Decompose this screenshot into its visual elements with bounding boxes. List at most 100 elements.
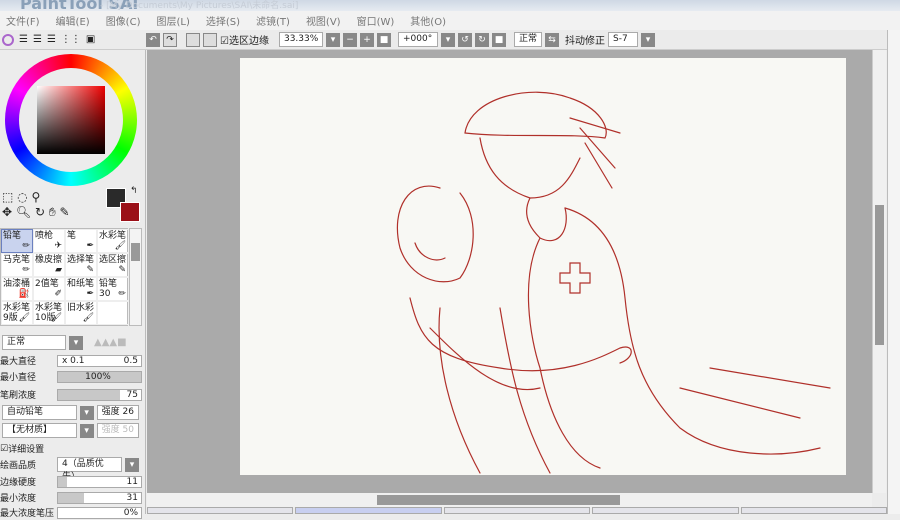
saturation-value-square[interactable] (37, 86, 105, 154)
flip-view-button[interactable]: ⇆ (544, 32, 559, 47)
color-wheel[interactable] (5, 54, 137, 186)
brush-slot-brush[interactable]: 水彩笔9版 🖌 (1, 301, 33, 325)
swatches-tab-icon[interactable]: ☰ (47, 34, 56, 45)
menu-bar: 文件(F) 编辑(E) 图像(C) 图层(L) 选择(S) 滤镜(T) 视图(V… (0, 11, 900, 30)
canvas-paper[interactable] (240, 58, 846, 475)
invert-selection-button[interactable] (203, 32, 217, 47)
magic-wand-icon[interactable]: ⚲ (31, 190, 40, 204)
rotation-field[interactable]: +000° (397, 32, 438, 47)
blend-mode-dropdown[interactable]: ▾ (69, 335, 83, 350)
brush-slot-marker[interactable]: 马克笔 ✏ (1, 253, 33, 277)
menu-view[interactable]: 视图(V) (306, 13, 341, 28)
rect-select-icon[interactable]: ⬚ (2, 190, 13, 204)
zoom-reset-button[interactable]: ■ (376, 32, 391, 47)
brush-slot-bucket[interactable]: 油漆桶 ⛽ (1, 277, 33, 301)
brush-label: 喷枪 (35, 231, 54, 241)
max-density-pressure-row: 最大浓度笔压 0% (0, 505, 142, 520)
menu-file[interactable]: 文件(F) (6, 13, 40, 28)
zoom-icon[interactable]: 🔍︎ (16, 205, 31, 219)
menu-filter[interactable]: 滤镜(T) (256, 13, 290, 28)
stabilizer-select[interactable]: S-7 (607, 32, 638, 47)
hsv-slider-tab-icon[interactable]: ☰ (33, 34, 42, 45)
secondary-color-swatch[interactable] (120, 202, 140, 222)
brush-slot-binary-pen[interactable]: 2值笔 ✐ (33, 277, 65, 301)
brush-shape-icons[interactable]: ▲▲▲■ (94, 337, 127, 348)
canvas-vertical-scrollbar[interactable] (872, 50, 886, 493)
shape-strength[interactable]: 强度 26 (96, 405, 139, 420)
texture-strength: 强度 50 (96, 423, 139, 438)
zoom-out-button[interactable]: − (342, 32, 357, 47)
zoom-dropdown-button[interactable]: ▾ (325, 32, 340, 47)
brush-slot-eraser[interactable]: 橡皮擦 ▰ (33, 253, 65, 277)
texture-row: 【无材质】 ▾ 强度 50 (0, 423, 142, 438)
texture-select[interactable]: 【无材质】 (2, 423, 77, 438)
brush-scrollbar[interactable] (129, 228, 142, 326)
texture-dropdown[interactable]: ▾ (79, 423, 94, 438)
selection-edge-checkbox[interactable]: ☑选区边缘 (220, 32, 269, 47)
brush-slot-airbrush[interactable]: 喷枪 ✈ (33, 229, 65, 253)
min-size-value: 100% (85, 371, 111, 382)
brush-slot-washi-pen[interactable]: 和纸笔 ✒ (65, 277, 97, 301)
min-density-slider[interactable]: 31 (57, 491, 142, 504)
swap-colors-icon[interactable]: ↰ (130, 186, 138, 196)
max-size-slider[interactable]: x 0.1 0.5 (57, 354, 142, 367)
brush-slot-empty[interactable] (97, 301, 129, 325)
density-slider[interactable]: 75 (57, 388, 142, 401)
undo-button[interactable]: ↶ (146, 32, 160, 47)
document-tab[interactable] (147, 507, 294, 514)
rotate-left-button[interactable]: ↺ (457, 32, 472, 47)
scratchpad-tab-icon[interactable]: ▣ (86, 34, 95, 45)
max-size-value: 0.5 (123, 355, 138, 366)
eraser-icon: ▰ (55, 265, 62, 275)
binary-pen-icon: ✐ (54, 289, 62, 299)
brush-slot-select-pen[interactable]: 选择笔 ✎ (65, 253, 97, 277)
blend-mode-select[interactable]: 正常 (2, 335, 66, 350)
brush-slot-brush[interactable]: 旧水彩 🖌 (65, 301, 97, 325)
palette-tab-icon[interactable]: ⋮⋮ (61, 34, 81, 45)
brush-slot-pen[interactable]: 笔 ✒ (65, 229, 97, 253)
eyedropper-icon[interactable]: ✎ (60, 205, 70, 219)
max-density-pressure-slider[interactable]: 0% (57, 506, 142, 519)
min-size-slider[interactable]: 100% (57, 370, 142, 383)
stabilizer-dropdown-button[interactable]: ▾ (640, 32, 655, 47)
document-tab[interactable] (592, 507, 739, 514)
menu-layer[interactable]: 图层(L) (156, 13, 189, 28)
menu-select[interactable]: 选择(S) (206, 13, 240, 28)
canvas-horizontal-scrollbar[interactable] (147, 493, 872, 507)
brush-slot-watercolor[interactable]: 水彩笔 🖌 (97, 229, 129, 253)
move-icon[interactable]: ✥ (2, 205, 12, 219)
select-pen-icon: ✎ (86, 265, 94, 275)
hand-icon[interactable]: ✋︎ (49, 205, 56, 219)
brush-slot-pencil[interactable]: 铅笔30 ✏ (97, 277, 129, 301)
menu-image[interactable]: 图像(C) (106, 13, 141, 28)
rotation-dropdown-button[interactable]: ▾ (440, 32, 455, 47)
lasso-icon[interactable]: ◌ (17, 190, 27, 204)
rotate-reset-button[interactable]: ■ (491, 32, 506, 47)
document-tab[interactable] (443, 507, 591, 514)
quality-dropdown[interactable]: ▾ (125, 457, 139, 472)
shape-select[interactable]: 自动铅笔 (2, 405, 77, 420)
rgb-slider-tab-icon[interactable]: ☰ (19, 34, 28, 45)
canvas-viewport[interactable] (147, 50, 872, 493)
menu-other[interactable]: 其他(O) (410, 13, 446, 28)
max-size-multiplier[interactable]: x 0.1 (62, 356, 85, 366)
brush-slot-select-eraser[interactable]: 选区擦 ✎ (97, 253, 129, 277)
rotate-right-button[interactable]: ↻ (474, 32, 489, 47)
document-tab-active[interactable] (295, 507, 442, 514)
zoom-in-button[interactable]: + (359, 32, 374, 47)
redo-button[interactable]: ↷ (163, 32, 177, 47)
edge-hardness-slider[interactable]: 11 (57, 475, 142, 488)
brush-slot-brush[interactable]: 水彩笔10版 🖌 (33, 301, 65, 325)
view-blend-button[interactable]: 正常 (513, 32, 542, 47)
menu-edit[interactable]: 编辑(E) (56, 13, 90, 28)
color-wheel-tab-icon[interactable] (2, 33, 14, 46)
shape-dropdown[interactable]: ▾ (79, 405, 94, 420)
deselect-button[interactable] (186, 32, 200, 47)
rotate-icon[interactable]: ↻ (35, 205, 45, 219)
quality-select[interactable]: 4（品质优先） (57, 457, 122, 482)
brush-slot-pencil[interactable]: 铅笔 ✏ (1, 229, 33, 253)
advanced-settings-checkbox[interactable]: ☑ (0, 444, 8, 454)
menu-window[interactable]: 窗口(W) (357, 13, 395, 28)
document-tab[interactable] (740, 507, 888, 514)
zoom-field[interactable]: 33.33% (278, 32, 323, 47)
